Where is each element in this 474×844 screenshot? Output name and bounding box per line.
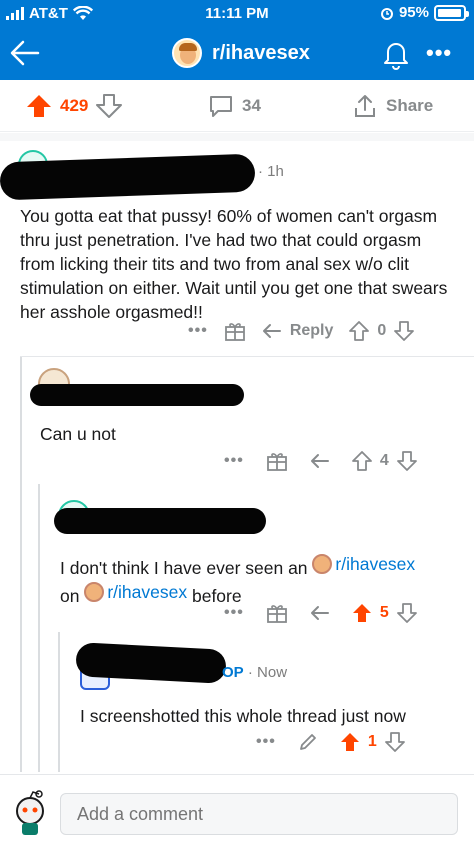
comment-composer-bar — [0, 774, 474, 844]
edit-pencil-icon[interactable] — [298, 732, 318, 752]
comment-more-button[interactable]: ••• — [188, 322, 208, 340]
subreddit-avatar — [84, 582, 105, 602]
post-action-bar: 429 34 Share — [0, 82, 474, 132]
comment-body: I don't think I have ever seen an r/ihav… — [60, 552, 460, 608]
reply-icon[interactable] — [310, 605, 330, 621]
status-right: 95% — [380, 4, 469, 21]
upvote-icon[interactable] — [352, 603, 372, 623]
comment-bubble-icon — [210, 96, 232, 117]
award-icon[interactable] — [224, 320, 246, 342]
share-label: Share — [386, 96, 434, 115]
status-bar: AT&T 11:11 PM 95% — [0, 0, 474, 28]
thread-line — [58, 632, 60, 772]
comment-timestamp: · 1h — [258, 163, 284, 180]
comment-body: Can u not — [40, 424, 116, 444]
award-icon[interactable] — [266, 602, 288, 624]
subreddit-header[interactable]: r/ihavesex — [172, 38, 310, 68]
upvote-icon[interactable] — [26, 94, 52, 118]
redacted-username — [0, 153, 256, 201]
reply-icon[interactable] — [310, 453, 330, 469]
thread-line — [38, 484, 40, 772]
reply-icon — [262, 324, 281, 338]
comment-text-part: on — [60, 586, 80, 606]
upvote-icon[interactable] — [340, 732, 360, 752]
downvote-icon[interactable] — [96, 94, 123, 118]
comment-count: 34 — [242, 96, 261, 115]
battery-percent: 95% — [398, 4, 429, 21]
subreddit-link[interactable]: r/ihavesex — [84, 580, 187, 604]
app-header: AT&T 11:11 PM 95% r/ihavesex ••• — [0, 0, 474, 80]
subreddit-link-label: r/ihavesex — [335, 554, 416, 574]
downvote-icon[interactable] — [384, 732, 405, 752]
comment-score: 4 — [379, 452, 389, 469]
thread-connector — [20, 356, 474, 357]
post-score: 429 — [60, 96, 89, 115]
share-button[interactable]: Share — [352, 94, 433, 118]
comment-actions: ••• 4 — [224, 450, 417, 472]
share-icon — [355, 95, 375, 117]
back-arrow-icon[interactable] — [8, 37, 42, 69]
comment-body: I screenshotted this whole thread just n… — [80, 706, 406, 726]
comment-vote-group: 4 — [351, 451, 417, 471]
subreddit-avatar — [172, 38, 202, 68]
comment-score: 5 — [379, 604, 389, 621]
comment-meta: OP · Now — [222, 664, 287, 681]
comment-vote-group: 5 — [352, 603, 417, 623]
thread-line — [20, 356, 22, 772]
comment-score: 0 — [377, 322, 387, 339]
comment-score: 1 — [367, 733, 377, 750]
comment-actions: ••• 1 — [256, 732, 405, 752]
comment-more-button[interactable]: ••• — [256, 733, 276, 751]
downvote-icon[interactable] — [396, 603, 417, 623]
section-divider — [0, 133, 474, 141]
battery-icon — [434, 4, 469, 21]
reply-button[interactable]: Reply — [262, 322, 334, 340]
comment-vote-group: 0 — [349, 321, 415, 341]
redacted-username — [30, 384, 244, 406]
post-comments-button[interactable]: 34 — [208, 94, 261, 118]
user-avatar-icon[interactable] — [10, 789, 50, 837]
alarm-icon — [380, 7, 393, 20]
subreddit-link-label: r/ihavesex — [107, 582, 188, 602]
bell-icon[interactable] — [380, 38, 412, 70]
comment-more-button[interactable]: ••• — [224, 452, 244, 470]
comment-text-part: I don't think I have ever seen an — [60, 558, 308, 578]
comment-timestamp: · Now — [247, 664, 288, 681]
comment-actions: ••• Reply 0 — [188, 320, 415, 342]
more-options-button[interactable]: ••• — [426, 40, 452, 66]
battery-level — [438, 8, 461, 17]
op-badge: OP — [222, 664, 244, 681]
comment-actions: ••• 5 — [224, 602, 417, 624]
subreddit-link[interactable]: r/ihavesex — [312, 552, 415, 576]
add-comment-input[interactable] — [60, 793, 458, 835]
subreddit-avatar — [312, 554, 333, 574]
downvote-icon[interactable] — [394, 321, 415, 341]
nav-bar: r/ihavesex ••• — [0, 28, 474, 78]
comment-vote-group: 1 — [340, 732, 405, 752]
comment-more-button[interactable]: ••• — [224, 604, 244, 622]
post-vote-group: 429 — [26, 94, 123, 118]
subreddit-name: r/ihavesex — [212, 41, 310, 64]
upvote-icon[interactable] — [351, 451, 372, 471]
downvote-icon[interactable] — [396, 451, 417, 471]
comment-body: You gotta eat that pussy! 60% of women c… — [20, 206, 448, 322]
redacted-username — [54, 508, 266, 534]
upvote-icon[interactable] — [349, 321, 370, 341]
award-icon[interactable] — [266, 450, 288, 472]
reply-label: Reply — [289, 322, 334, 339]
